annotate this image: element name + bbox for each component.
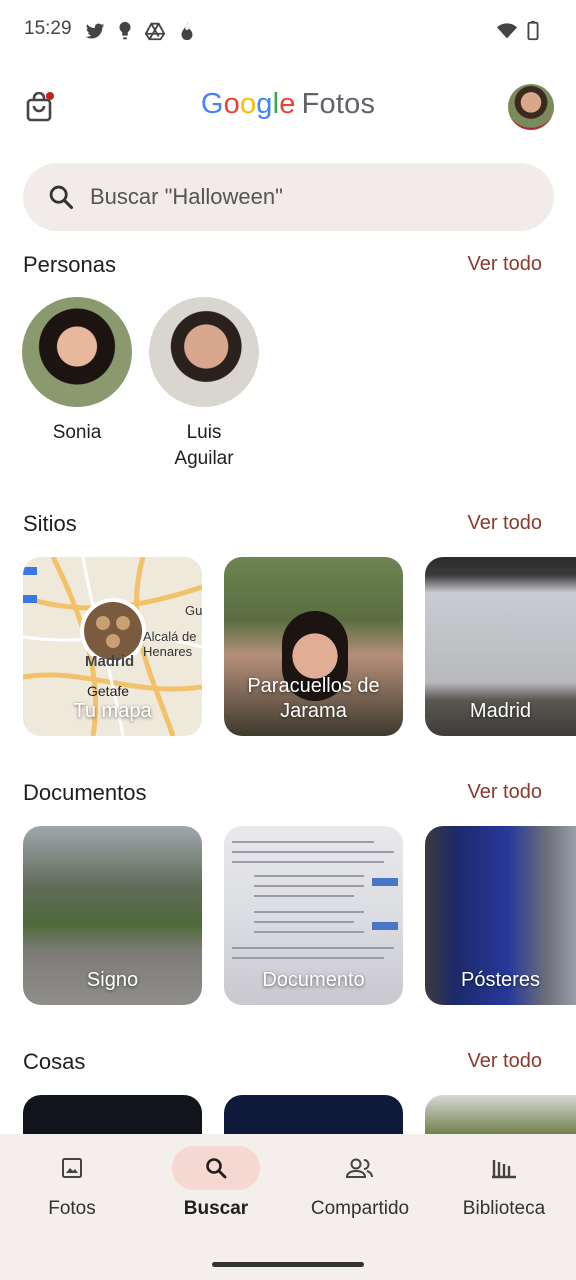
library-icon [492,1160,516,1179]
person-name: Sonia [52,422,102,443]
place-card-label: Madrid [469,700,532,722]
fire-icon [181,21,193,41]
app-logo: Google Fotos [0,88,576,121]
map-label-madrid: Madrid [85,653,135,670]
place-card-label: Tu mapa [73,700,152,722]
gesture-bar[interactable] [212,1262,364,1267]
search-icon [206,1158,227,1179]
person-face-luis[interactable] [149,297,259,407]
section-title-things: Cosas [23,1049,86,1074]
logo-letter: g [256,88,273,120]
search-icon [49,185,74,210]
twitter-icon [85,23,105,39]
logo-letter: o [223,88,240,120]
wifi-icon [496,23,518,39]
bulb-icon [119,21,131,40]
logo-letter: e [279,88,296,120]
thing-card[interactable] [425,1095,576,1135]
logo-suffix: Fotos [301,88,376,120]
document-card-sign[interactable]: Signo [23,826,202,1005]
see-all-places-link[interactable]: Ver todo [467,512,542,535]
document-card-document[interactable]: Documento [224,826,403,1005]
place-card-paracuellos[interactable]: Paracuellos de Jarama [224,557,403,736]
thing-card[interactable] [224,1095,403,1135]
drive-icon [144,22,166,41]
map-label-getafe: Getafe [87,683,130,699]
see-all-people-link[interactable]: Ver todo [467,253,542,276]
battery-icon [527,20,539,41]
document-card-label: Documento [262,969,365,991]
see-all-documents-link[interactable]: Ver todo [467,781,542,804]
nav-item-photos[interactable]: Fotos [0,1146,144,1236]
see-all-things-link[interactable]: Ver todo [467,1050,542,1073]
logo-letter: G [200,88,224,120]
place-card-madrid[interactable]: Madrid [425,557,576,736]
search-input[interactable]: Buscar "Halloween" [90,184,283,210]
nav-label: Fotos [48,1198,96,1219]
photo-icon [62,1158,82,1178]
people-icon [345,1158,373,1178]
nav-item-library[interactable]: Biblioteca [432,1146,576,1236]
document-card-posters[interactable]: Pósteres [425,826,576,1005]
nav-label: Biblioteca [462,1198,546,1219]
status-time: 15:29 [24,18,72,39]
thing-card[interactable] [23,1095,202,1135]
nav-item-shared[interactable]: Compartido [288,1146,432,1236]
nav-item-search[interactable]: Buscar [144,1146,288,1236]
nav-label: Buscar [183,1198,249,1219]
section-title-people: Personas [23,252,116,277]
document-card-label: Pósteres [461,969,540,991]
map-label-alcala: Alcalá de Henares [143,629,197,659]
person-face-sonia[interactable] [22,297,132,407]
place-card-label: Paracuellos de Jarama [247,675,380,722]
person-name: Luis Aguilar [174,422,234,469]
profile-avatar[interactable] [508,84,554,130]
section-title-documents: Documentos [23,780,147,805]
map-label-gua: Gua [185,603,202,618]
document-card-label: Signo [86,969,139,991]
nav-label: Compartido [310,1198,410,1219]
section-title-places: Sitios [23,511,77,536]
logo-letter: o [239,88,257,120]
place-card-map[interactable]: Alcalá de Henares Madrid Getafe Gua Tu m… [23,557,202,736]
